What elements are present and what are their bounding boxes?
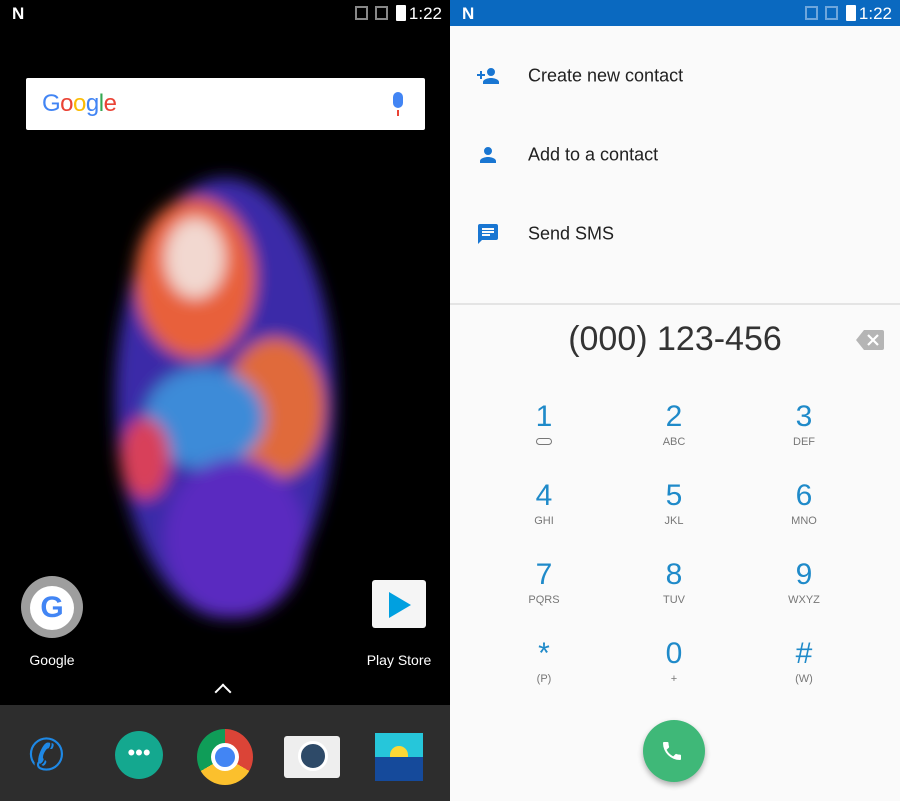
notification-logo: N	[462, 4, 475, 23]
google-logo: Google	[42, 90, 117, 117]
key-letters: +	[670, 673, 678, 685]
play-store-app[interactable]: Play Store	[349, 580, 449, 668]
message-icon	[478, 223, 498, 244]
hangouts-icon[interactable]: •••	[115, 731, 163, 779]
key-digit: 1	[535, 400, 553, 433]
dial-key-0[interactable]: 0 +	[624, 637, 724, 707]
backspace-icon[interactable]	[856, 330, 884, 350]
status-bar: N 1:22	[450, 0, 900, 26]
dial-key-6[interactable]: 6 MNO	[754, 479, 854, 549]
key-letters: (P)	[536, 673, 552, 685]
phone-icon[interactable]: ✆	[28, 733, 74, 779]
phone-icon	[663, 742, 681, 760]
person-icon	[480, 146, 496, 163]
dial-key-2[interactable]: 2 ABC	[624, 400, 724, 470]
key-letters: (W)	[795, 673, 813, 685]
home-screen: N 1:22 Google G Google Play Store ✆ •••	[0, 0, 450, 801]
key-digit: 9	[795, 558, 813, 591]
key-letters: TUV	[663, 594, 685, 606]
key-letters: PQRS	[528, 594, 560, 606]
gallery-icon[interactable]	[375, 733, 423, 781]
menu-label: Create new contact	[528, 65, 684, 85]
dialer-screen: N 1:22 Create new contact Add to a conta…	[450, 0, 900, 801]
menu-label: Add to a contact	[528, 144, 659, 164]
dial-key-8[interactable]: 8 TUV	[624, 558, 724, 628]
clock: 1:22	[858, 4, 892, 23]
dial-key-1[interactable]: 1	[494, 400, 594, 470]
divider	[450, 303, 900, 305]
google-app-icon: G	[21, 576, 83, 638]
dial-key-3[interactable]: 3 DEF	[754, 400, 854, 470]
person-add-icon	[477, 67, 499, 84]
no-sim-icon	[805, 6, 818, 20]
dial-key-4[interactable]: 4 GHI	[494, 479, 594, 549]
clock: 1:22	[408, 4, 442, 23]
battery-charging-icon	[396, 5, 406, 21]
dial-key-5[interactable]: 5 JKL	[624, 479, 724, 549]
dial-key-7[interactable]: 7 PQRS	[494, 558, 594, 628]
app-label: Play Store	[366, 652, 432, 668]
app-label: Google	[29, 652, 75, 668]
google-search-bar[interactable]: Google	[26, 78, 425, 130]
key-digit: 4	[535, 479, 553, 512]
dial-key-star[interactable]: * (P)	[494, 637, 594, 707]
no-sim-icon	[375, 6, 388, 20]
wallpaper	[115, 178, 335, 618]
key-letters: JKL	[664, 515, 684, 527]
key-digit: 2	[665, 400, 683, 433]
play-store-icon	[372, 580, 426, 628]
key-digit: 5	[665, 479, 683, 512]
key-letters: GHI	[534, 515, 554, 527]
key-letters: MNO	[791, 515, 817, 527]
app-drawer-chevron-icon[interactable]	[214, 683, 232, 701]
key-letters: DEF	[793, 436, 815, 448]
camera-icon[interactable]	[284, 736, 340, 778]
key-letters: ABC	[662, 436, 686, 448]
battery-charging-icon	[846, 5, 856, 21]
no-sim-icon	[355, 6, 368, 20]
create-new-contact-item[interactable]: Create new contact	[450, 36, 900, 115]
dial-key-9[interactable]: 9 WXYZ	[754, 558, 854, 628]
dial-key-pound[interactable]: # (W)	[754, 637, 854, 707]
key-digit: 3	[795, 400, 813, 433]
mic-icon[interactable]	[393, 92, 403, 116]
key-digit: 0	[665, 637, 683, 670]
google-app[interactable]: G Google	[2, 576, 102, 668]
status-bar: N 1:22	[0, 0, 450, 26]
key-digit: 8	[665, 558, 683, 591]
menu-label: Send SMS	[528, 223, 615, 243]
chrome-icon[interactable]	[197, 729, 253, 785]
key-digit: 6	[795, 479, 813, 512]
key-digit: #	[795, 637, 813, 670]
no-sim-icon	[825, 6, 838, 20]
dock: ✆ •••	[0, 705, 450, 801]
key-digit: 7	[535, 558, 553, 591]
voicemail-icon	[536, 438, 552, 445]
call-button[interactable]	[643, 720, 705, 782]
key-digit: *	[538, 637, 550, 670]
send-sms-item[interactable]: Send SMS	[450, 194, 900, 273]
key-letters	[494, 436, 594, 448]
dialed-number[interactable]: (000) 123-456	[450, 320, 900, 359]
notification-logo: N	[12, 4, 25, 23]
key-letters: WXYZ	[788, 594, 820, 606]
add-to-contact-item[interactable]: Add to a contact	[450, 115, 900, 194]
